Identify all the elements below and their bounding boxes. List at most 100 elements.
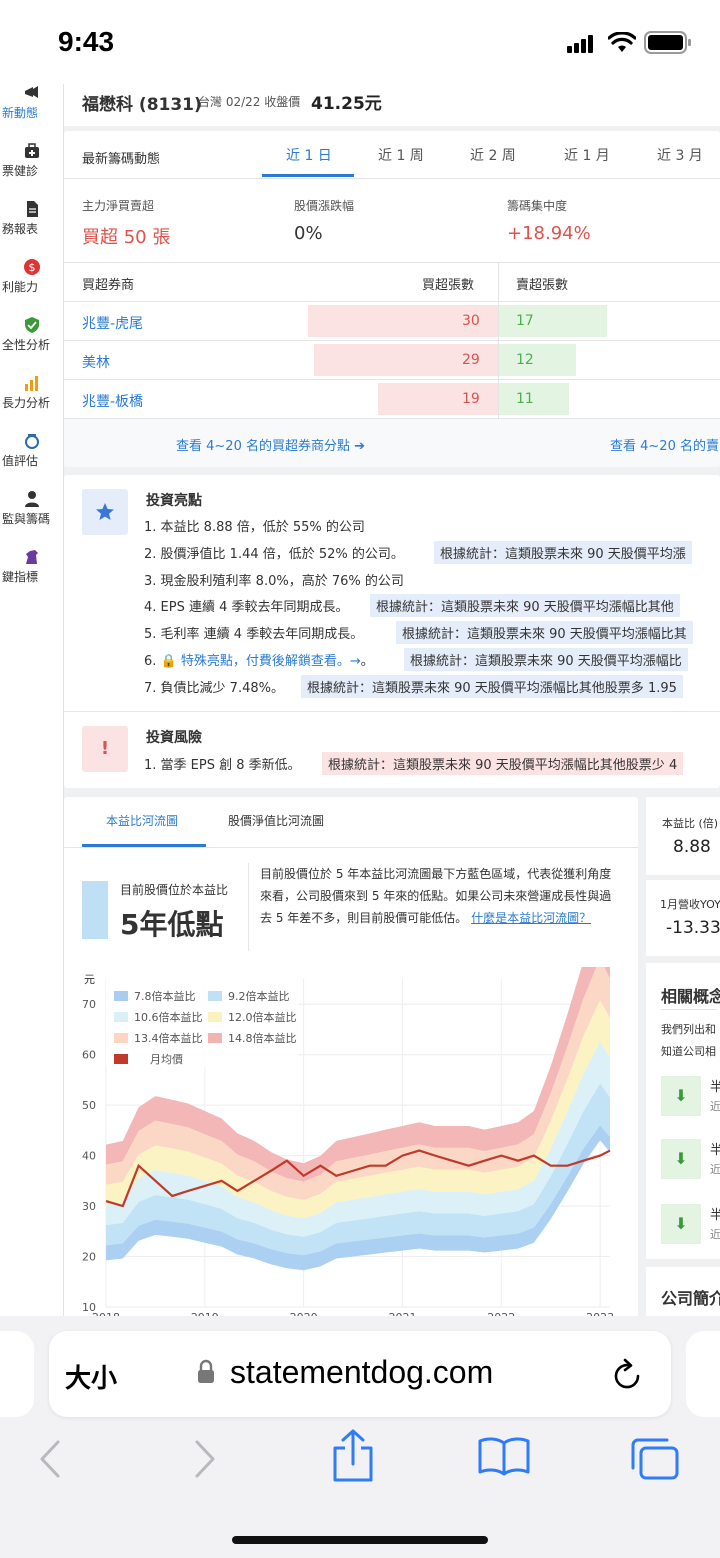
sidebar-item-valuation[interactable]: 值評估 bbox=[0, 432, 63, 469]
wifi-icon bbox=[608, 32, 636, 52]
active-tab-indicator bbox=[262, 174, 354, 177]
medkit-icon bbox=[25, 143, 39, 158]
legend-swatch bbox=[208, 1012, 222, 1022]
position-value: 5年低點 bbox=[120, 908, 224, 941]
sell-count: 12 bbox=[516, 352, 534, 368]
table-header-buy: 買超張數 bbox=[422, 278, 475, 293]
sidebar-item-safety[interactable]: 全性分析 bbox=[0, 316, 63, 353]
concept-card: 相關概念 我們列出和 知道公司相 ⬇ 半 近 ⬇ 半 近 ⬇ 半 近 bbox=[646, 963, 720, 1259]
concept-item[interactable]: 半 bbox=[710, 1204, 720, 1223]
legend-swatch bbox=[208, 991, 222, 1001]
scale-icon bbox=[25, 434, 39, 449]
highlight-item: 3. 現金股利殖利率 8.0%，高於 76% 的公司 bbox=[144, 574, 404, 589]
concept-sub: 近 bbox=[710, 1163, 720, 1176]
divider bbox=[248, 863, 249, 951]
sidebar-item-chips[interactable]: 監與籌碼 bbox=[0, 490, 63, 527]
y-tick-label: 20 bbox=[82, 1251, 96, 1264]
tab-divider bbox=[64, 847, 638, 848]
pe-card: 本益比 (倍) 8.88 bbox=[646, 797, 720, 875]
highlight-number: 6. bbox=[144, 654, 157, 669]
revenue-card: 1月營收YOY -13.33 bbox=[646, 880, 720, 956]
next-tab-pill[interactable] bbox=[686, 1331, 720, 1417]
tab-2week[interactable]: 近 2 周 bbox=[470, 145, 516, 165]
prev-tab-pill[interactable] bbox=[0, 1331, 34, 1417]
sidebar-item-label: 務報表 bbox=[2, 222, 39, 236]
broker-link[interactable]: 兆豐-板橋 bbox=[82, 391, 143, 411]
status-bar: 9:43 bbox=[0, 0, 720, 84]
stat-tag: 根據統計：這類股票未來 90 天股價平均漲幅比其他股票多 1.95 bbox=[301, 675, 683, 698]
share-icon[interactable] bbox=[331, 1428, 375, 1484]
tab-pb-river[interactable]: 股價淨值比河流圖 bbox=[228, 812, 324, 829]
table-header-broker: 買超券商 bbox=[82, 278, 135, 293]
tab-pe-river[interactable]: 本益比河流圖 bbox=[106, 812, 178, 829]
table-header-sell: 賣超張數 bbox=[516, 278, 569, 293]
more-buy-text: 查看 4~20 名的買超券商分點 bbox=[176, 439, 350, 454]
status-time: 9:43 bbox=[58, 26, 115, 57]
chips-title: 最新籌碼動態 bbox=[82, 152, 161, 167]
bookmarks-icon[interactable] bbox=[477, 1436, 531, 1476]
kpi-value: 買超 50 張 bbox=[82, 227, 171, 248]
legend-swatch bbox=[114, 991, 128, 1001]
sidebar-item-health[interactable]: 票健診 bbox=[0, 142, 63, 179]
sidebar-item-news[interactable]: 新動態 bbox=[0, 84, 63, 121]
y-tick-label: 60 bbox=[82, 1049, 96, 1062]
legend-swatch bbox=[114, 1054, 128, 1064]
stat-tag: 根據統計：這類股票未來 90 天股價平均漲幅比其他 bbox=[370, 594, 680, 617]
tab-3month[interactable]: 近 3 月 bbox=[657, 145, 703, 165]
highlight-item: 7. 負債比減少 7.48%。 bbox=[144, 681, 284, 696]
concept-item[interactable]: 半 bbox=[710, 1076, 720, 1095]
sell-count: 17 bbox=[516, 313, 534, 329]
sidebar-item-key-metrics[interactable]: 鍵指標 bbox=[0, 548, 63, 585]
stat-tag: 根據統計：這類股票未來 90 天股價平均漲 bbox=[434, 541, 692, 564]
more-buy-link[interactable]: 查看 4~20 名的買超券商分點 ➔ bbox=[176, 435, 365, 454]
legend-label: 7.8倍本益比 bbox=[134, 989, 196, 1003]
sidebar-item-profit[interactable]: $ 利能力 bbox=[0, 258, 63, 295]
legend-label: 10.6倍本益比 bbox=[134, 1010, 203, 1024]
highlight-item: 6. 🔒 特殊亮點，付費後解鎖查看。→。 bbox=[144, 650, 374, 669]
safari-toolbar: 大小 statementdog.com bbox=[0, 1316, 720, 1558]
legend-label: 13.4倍本益比 bbox=[134, 1031, 203, 1045]
sidebar-item-reports[interactable]: 務報表 bbox=[0, 200, 63, 237]
sidebar-item-label: 利能力 bbox=[2, 280, 39, 294]
home-indicator bbox=[232, 1536, 488, 1544]
broker-link[interactable]: 美林 bbox=[82, 352, 110, 372]
highlight-suffix: 。 bbox=[360, 654, 374, 669]
what-is-river-link[interactable]: 什麼是本益比河流圖？ bbox=[471, 911, 591, 925]
kpi-label: 股價漲跌幅 bbox=[294, 199, 355, 213]
tabs-icon[interactable] bbox=[629, 1436, 681, 1482]
tab-1week[interactable]: 近 1 周 bbox=[378, 145, 424, 165]
reload-icon[interactable] bbox=[612, 1358, 644, 1392]
buy-count: 30 bbox=[462, 313, 480, 329]
bar-chart-icon bbox=[25, 376, 38, 391]
concept-item[interactable]: 半 bbox=[710, 1139, 720, 1158]
kpi-label: 主力淨買賣超 bbox=[82, 199, 155, 213]
sell-bar bbox=[499, 383, 569, 415]
warning-badge: ! bbox=[82, 726, 128, 772]
lock-icon: 🔒 bbox=[160, 654, 177, 669]
unlock-link[interactable]: 特殊亮點，付費後解鎖查看。→ bbox=[181, 654, 361, 669]
address-bar[interactable]: 大小 statementdog.com bbox=[49, 1331, 671, 1417]
more-sell-link[interactable]: 查看 4~20 名的賣 bbox=[610, 435, 719, 454]
text-size-button[interactable]: 大小 bbox=[65, 1358, 117, 1395]
tab-1day[interactable]: 近 1 日 bbox=[286, 145, 332, 165]
down-arrow-icon: ⬇ bbox=[661, 1204, 701, 1244]
concept-title: 相關概念 bbox=[661, 987, 720, 1006]
broker-link[interactable]: 兆豐-虎尾 bbox=[82, 313, 143, 333]
pe-river-chart: 10203040506070 201820192020202120222023 … bbox=[82, 967, 614, 1317]
url-text[interactable]: statementdog.com bbox=[230, 1354, 493, 1391]
down-arrow-icon: ⬇ bbox=[661, 1139, 701, 1179]
sidebar-item-growth[interactable]: 長力分析 bbox=[0, 374, 63, 411]
back-icon[interactable] bbox=[38, 1440, 62, 1478]
legend-label: 9.2倍本益比 bbox=[228, 989, 290, 1003]
legend-swatch bbox=[208, 1033, 222, 1043]
risk-item: 1. 當季 EPS 創 8 季新低。 bbox=[144, 758, 301, 773]
y-axis-label: 元 bbox=[84, 973, 95, 986]
forward-icon[interactable] bbox=[193, 1440, 217, 1478]
sidebar-item-label: 票健診 bbox=[2, 164, 39, 178]
tab-1month[interactable]: 近 1 月 bbox=[564, 145, 610, 165]
star-badge bbox=[82, 489, 128, 535]
concept-desc: 我們列出和 知道公司相 bbox=[661, 1023, 716, 1058]
concept-sub: 近 bbox=[710, 1228, 720, 1241]
risks-title: 投資風險 bbox=[146, 730, 202, 746]
sidebar-item-label: 鍵指標 bbox=[2, 570, 39, 584]
